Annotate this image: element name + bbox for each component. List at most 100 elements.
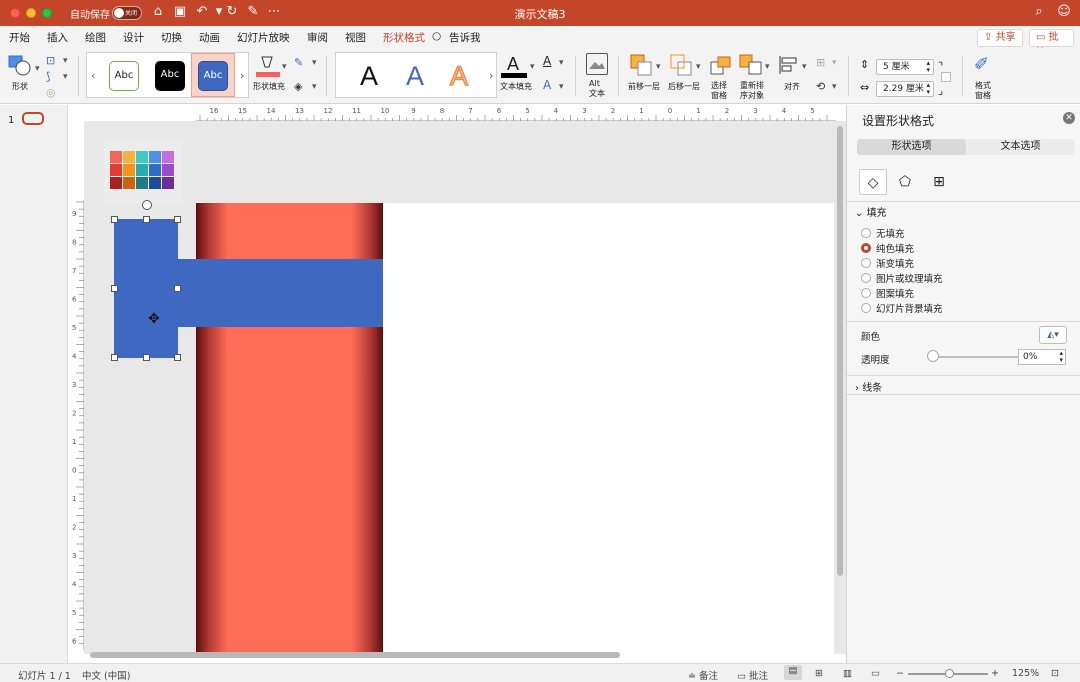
resize-handle[interactable]	[174, 216, 181, 223]
radio-button[interactable]	[861, 288, 871, 298]
edit-icon[interactable]: ✎	[245, 4, 261, 20]
shape-style-outline[interactable]: Abc	[109, 61, 139, 91]
wordart-style-black[interactable]: A	[360, 61, 378, 92]
tab-text-options[interactable]: 文本选项	[966, 139, 1075, 155]
text-effects-icon[interactable]: A	[543, 78, 551, 92]
gallery-prev-icon[interactable]: ‹	[91, 69, 95, 82]
language-indicator[interactable]: 中文 (中国)	[82, 668, 130, 682]
align-icon[interactable]	[778, 55, 800, 75]
chevron-down-icon[interactable]: ▾	[312, 58, 317, 68]
radio-button[interactable]	[861, 303, 871, 313]
chevron-down-icon[interactable]: ▾	[530, 62, 535, 72]
gallery-next-icon[interactable]: ›	[489, 69, 493, 82]
wordart-style-orange[interactable]: A	[449, 60, 469, 92]
normal-view-button[interactable]: ▤	[784, 665, 802, 680]
resize-handle[interactable]	[174, 285, 181, 292]
line-section-header[interactable]: › 线条	[855, 379, 882, 394]
format-pane-icon[interactable]: ✐	[974, 54, 989, 75]
slide-thumbnail[interactable]	[22, 112, 44, 125]
resize-handle[interactable]	[174, 354, 181, 361]
close-window-button[interactable]	[10, 8, 20, 18]
shape-style-black[interactable]: Abc	[155, 61, 185, 91]
selection-pane-icon[interactable]	[710, 56, 732, 76]
zoom-slider-knob[interactable]	[945, 669, 954, 678]
effects-icon[interactable]: ⬠	[891, 169, 919, 195]
tab-view[interactable]: 视图	[345, 30, 366, 45]
blue-horizontal-bar[interactable]	[178, 259, 383, 327]
horizontal-scrollbar[interactable]	[90, 652, 620, 658]
text-outline-icon[interactable]: A	[543, 54, 551, 68]
account-icon[interactable]: ☺	[1056, 4, 1072, 20]
undo-icon[interactable]: ↶	[194, 4, 210, 20]
zoom-out-button[interactable]: −	[896, 668, 904, 679]
fit-to-window-icon[interactable]: ⊡	[1051, 668, 1059, 679]
edit-shape-icon[interactable]: ⟆	[46, 70, 50, 83]
chevron-down-icon[interactable]: ▾	[312, 82, 317, 92]
fill-option-slide-background[interactable]: 幻灯片背景填充	[861, 303, 943, 317]
bring-forward-icon[interactable]	[630, 54, 654, 76]
shape-icon[interactable]	[8, 54, 32, 76]
shape-style-blue[interactable]: Abc	[198, 61, 228, 91]
chevron-down-icon[interactable]: ▾	[832, 82, 837, 92]
shape-fill-icon[interactable]	[256, 53, 280, 79]
chevron-down-icon[interactable]: ▾	[802, 62, 807, 72]
comments-button[interactable]: ▭ 批注	[1029, 29, 1074, 59]
fill-option-pattern[interactable]: 图案填充	[861, 288, 914, 302]
chevron-down-icon[interactable]: ▾	[63, 72, 68, 82]
tab-review[interactable]: 审阅	[307, 30, 328, 45]
radio-button[interactable]	[861, 258, 871, 268]
tab-design[interactable]: 设计	[123, 30, 144, 45]
radio-button[interactable]	[861, 228, 871, 238]
resize-handle[interactable]	[111, 216, 118, 223]
tab-draw[interactable]: 绘图	[85, 30, 106, 45]
slide-sorter-button[interactable]: ⊞	[815, 668, 823, 679]
tab-transitions[interactable]: 切换	[161, 30, 182, 45]
chevron-down-icon[interactable]: ▾	[35, 64, 40, 74]
tab-animations[interactable]: 动画	[199, 30, 220, 45]
transparency-slider-knob[interactable]	[927, 350, 939, 362]
alt-text-icon[interactable]	[586, 53, 608, 75]
width-input[interactable]: 2.29 厘米 ▴ ▾	[876, 81, 934, 97]
notes-toggle[interactable]: ≐ 备注	[688, 668, 718, 682]
zoom-window-button[interactable]	[42, 8, 52, 18]
chevron-down-icon[interactable]: ▾	[282, 62, 287, 72]
tab-shape-format[interactable]: 形状格式	[383, 30, 425, 50]
slideshow-button[interactable]: ▭	[871, 668, 880, 679]
tab-slideshow[interactable]: 幻灯片放映	[237, 30, 290, 45]
text-fill-icon[interactable]: A	[501, 52, 527, 80]
chevron-down-icon[interactable]: ▾	[559, 82, 564, 92]
tab-shape-options[interactable]: 形状选项	[857, 139, 966, 155]
chevron-down-icon[interactable]: ▾	[765, 62, 770, 72]
resize-handle[interactable]	[143, 354, 150, 361]
reorder-objects-icon[interactable]	[739, 54, 763, 76]
fill-option-solid[interactable]: 纯色填充	[861, 243, 914, 257]
selected-blue-rectangle[interactable]	[114, 219, 178, 358]
radio-button[interactable]	[861, 273, 871, 283]
more-icon[interactable]: ⋯	[266, 4, 282, 20]
fill-color-picker[interactable]: ◭▾	[1039, 326, 1067, 344]
gallery-next-icon[interactable]: ›	[240, 69, 244, 82]
shape-outline-icon[interactable]: ✎	[294, 56, 303, 69]
shape-effects-icon[interactable]: ◈	[294, 80, 302, 93]
height-input[interactable]: 5 厘米 ▴ ▾	[876, 59, 934, 75]
size-properties-icon[interactable]: ⊞	[925, 169, 953, 195]
autosave-toggle[interactable]: 关闭	[112, 6, 142, 20]
vertical-scrollbar[interactable]	[837, 126, 843, 576]
search-icon[interactable]: ⌕	[1031, 4, 1047, 20]
redo-icon[interactable]: ↻	[224, 4, 240, 20]
lock-aspect-checkbox[interactable]	[941, 72, 951, 82]
fill-option-none[interactable]: 无填充	[861, 228, 905, 242]
fill-section-header[interactable]: ⌄ 填充	[855, 204, 887, 219]
comments-toggle[interactable]: ▭ 批注	[737, 668, 768, 682]
fill-option-picture[interactable]: 图片或纹理填充	[861, 273, 943, 287]
tab-insert[interactable]: 插入	[47, 30, 68, 45]
home-icon[interactable]: ⌂	[150, 4, 166, 20]
close-pane-button[interactable]: ✕	[1063, 112, 1075, 124]
wordart-style-blue[interactable]: A	[406, 61, 424, 92]
send-backward-icon[interactable]	[670, 54, 694, 76]
text-box-icon[interactable]: ⊡	[46, 54, 55, 67]
transparency-slider[interactable]	[931, 356, 1019, 358]
chevron-down-icon[interactable]: ▾	[656, 62, 661, 72]
fill-line-icon[interactable]: ◇	[859, 169, 887, 195]
tab-home[interactable]: 开始	[9, 30, 30, 45]
